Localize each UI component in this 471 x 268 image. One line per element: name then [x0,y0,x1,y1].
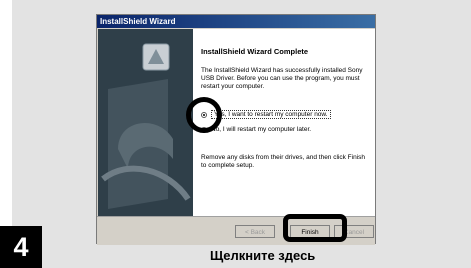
radio-highlight-circle [186,97,222,133]
radio-restart-now-label: Yes, I want to restart my computer now. [211,110,331,119]
radio-restart-later-label: No, I will restart my computer later. [211,126,312,133]
radio-restart-later[interactable]: No, I will restart my computer later. [201,126,311,133]
window-title: InstallShield Wizard [97,15,375,28]
finish-highlight-box [283,214,347,242]
description-text: The InstallShield Wizard has successfull… [201,67,363,90]
installer-art-icon [98,29,193,216]
back-button[interactable]: < Back [235,225,275,238]
step-number: 4 [0,226,42,268]
wizard-graphic [98,29,193,216]
installshield-dialog: InstallShield Wizard InstallShield Wizar… [96,14,376,245]
heading: InstallShield Wizard Complete [201,47,309,56]
step-caption: Щелкните здесь [210,248,316,263]
footer-text: Remove any disks from their drives, and … [201,154,366,169]
